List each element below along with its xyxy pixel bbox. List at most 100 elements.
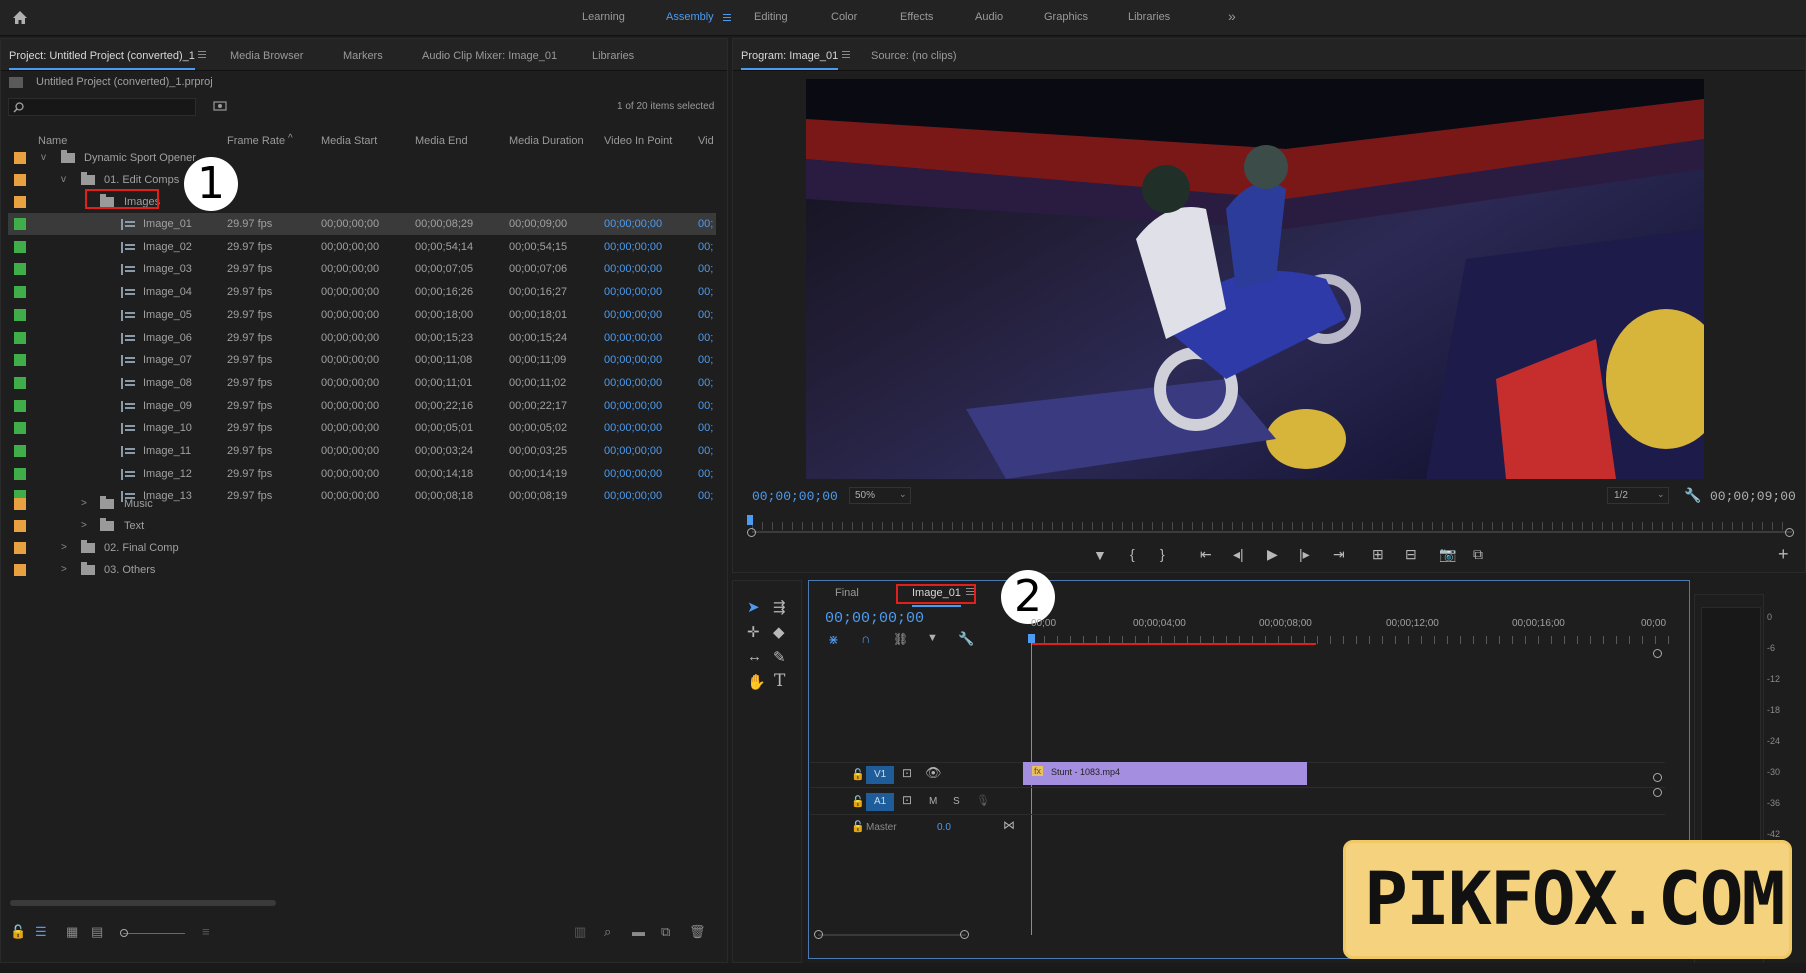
zoom-slider-handle[interactable]: [120, 929, 128, 937]
add-marker-icon[interactable]: ▼: [1093, 547, 1107, 563]
vscroll-handle-low[interactable]: [1653, 788, 1662, 797]
timeline-hscroll[interactable]: [818, 934, 966, 936]
ripple-edit-tool-icon[interactable]: ✛: [747, 623, 760, 641]
go-to-end-icon[interactable]: ⋈: [1003, 818, 1015, 832]
project-panel-menu-icon[interactable]: [198, 51, 206, 58]
step-back-icon[interactable]: ◂|: [1233, 546, 1244, 563]
sequence-row[interactable]: Image_02 29.97 fps 00;00;00;00 00;00;54;14 0…: [8, 236, 716, 258]
automate-to-sequence-icon[interactable]: ▥: [574, 924, 586, 940]
sequence-row[interactable]: Image_04 29.97 fps 00;00;00;00 00;00;16;26 0…: [8, 281, 716, 303]
tab-source[interactable]: Source: (no clips): [871, 50, 957, 62]
workspace-assembly[interactable]: Assembly: [666, 11, 714, 23]
col-name[interactable]: Name: [38, 135, 67, 147]
freeform-view-icon[interactable]: ▤: [91, 924, 103, 940]
zoom-level-select[interactable]: 50% ⌄: [849, 487, 911, 504]
selection-tool-icon[interactable]: ➤: [747, 598, 760, 616]
program-current-time[interactable]: 00;00;00;00: [752, 489, 838, 504]
toggle-output-eye-icon[interactable]: 👁: [925, 765, 942, 781]
razor-tool-icon[interactable]: ◆: [773, 623, 785, 641]
folder-row-root[interactable]: v Dynamic Sport Opener: [8, 147, 716, 169]
tab-markers[interactable]: Markers: [343, 50, 383, 62]
sequence-row[interactable]: Image_05 29.97 fps 00;00;00;00 00;00;18;00 0…: [8, 304, 716, 326]
comparison-view-icon[interactable]: ⧉: [1473, 546, 1483, 563]
lock-icon[interactable]: 🔓: [10, 924, 26, 940]
hscroll-start-handle[interactable]: [814, 930, 823, 939]
mute-track-button[interactable]: M: [929, 796, 937, 807]
work-area-bar[interactable]: [1031, 643, 1316, 645]
sort-ascending-icon[interactable]: ^: [288, 133, 293, 144]
snap-icon[interactable]: ∩: [861, 631, 870, 646]
sequence-row[interactable]: Image_06 29.97 fps 00;00;00;00 00;00;15;23 0…: [8, 327, 716, 349]
hscroll-end-handle[interactable]: [960, 930, 969, 939]
col-media-duration[interactable]: Media Duration: [509, 135, 584, 147]
new-search-bin-icon[interactable]: [213, 100, 227, 111]
folder-row-text[interactable]: > Text: [8, 515, 716, 537]
button-editor-plus-icon[interactable]: +: [1778, 544, 1789, 565]
col-media-start[interactable]: Media Start: [321, 135, 377, 147]
track-select-tool-icon[interactable]: ⇶: [773, 598, 786, 616]
solo-track-button[interactable]: S: [953, 796, 960, 807]
sequence-row[interactable]: Image_09 29.97 fps 00;00;00;00 00;00;22;16 0…: [8, 395, 716, 417]
folder-row-final-comp[interactable]: > 02. Final Comp: [8, 537, 716, 559]
new-bin-icon[interactable]: ▬: [632, 924, 645, 939]
home-icon[interactable]: [12, 10, 28, 25]
expand-chevron-icon[interactable]: >: [61, 542, 67, 553]
add-marker-icon[interactable]: ▼: [927, 632, 938, 644]
program-menu-icon[interactable]: [842, 51, 850, 58]
expand-chevron-icon[interactable]: >: [81, 520, 87, 531]
master-volume-value[interactable]: 0.0: [937, 822, 951, 833]
more-workspaces-icon[interactable]: »: [1228, 8, 1236, 24]
sequence-row[interactable]: Image_03 29.97 fps 00;00;00;00 00;00;07;05 0…: [8, 258, 716, 280]
monitor-playhead[interactable]: [747, 515, 753, 525]
mark-in-icon[interactable]: {: [1130, 546, 1135, 562]
expand-chevron-icon[interactable]: >: [61, 564, 67, 575]
expand-chevron-icon[interactable]: >: [81, 498, 87, 509]
resolution-select[interactable]: 1/2 ⌄: [1607, 487, 1669, 504]
project-search-input[interactable]: [8, 98, 196, 116]
workspace-libraries[interactable]: Libraries: [1128, 11, 1170, 23]
vscroll-handle-top[interactable]: [1653, 649, 1662, 658]
find-icon[interactable]: ⌕: [604, 924, 611, 940]
lift-icon[interactable]: ⊞: [1372, 546, 1384, 563]
toggle-sync-lock-icon[interactable]: ⊡: [902, 766, 912, 780]
workspace-editing[interactable]: Editing: [754, 11, 788, 23]
hand-tool-icon[interactable]: ✋: [747, 673, 766, 691]
timeline-current-time[interactable]: 00;00;00;00: [825, 610, 924, 627]
tab-media-browser[interactable]: Media Browser: [230, 50, 303, 62]
tab-project[interactable]: Project: Untitled Project (converted)_1: [9, 50, 195, 70]
workspace-graphics[interactable]: Graphics: [1044, 11, 1088, 23]
play-icon[interactable]: ▶: [1267, 546, 1278, 563]
tab-audio-clip-mixer[interactable]: Audio Clip Mixer: Image_01: [422, 50, 557, 62]
toggle-sync-lock-icon[interactable]: ⊡: [902, 793, 912, 807]
list-view-icon[interactable]: ☰: [35, 924, 47, 940]
pen-tool-icon[interactable]: ✎: [773, 648, 786, 666]
workspace-color[interactable]: Color: [831, 11, 857, 23]
collapse-chevron-icon[interactable]: v: [41, 152, 46, 163]
project-hscrollbar[interactable]: [10, 900, 276, 906]
track-a1-target[interactable]: A1: [866, 793, 894, 811]
workspace-effects[interactable]: Effects: [900, 11, 933, 23]
zoom-slider[interactable]: [123, 933, 185, 934]
monitor-scrubber[interactable]: [752, 531, 1792, 533]
sequence-row[interactable]: Image_08 29.97 fps 00;00;00;00 00;00;11;01 0…: [8, 372, 716, 394]
new-item-icon[interactable]: ⧉: [661, 924, 670, 940]
slip-tool-icon[interactable]: ↔: [747, 648, 762, 665]
workspace-menu-icon[interactable]: [723, 14, 731, 21]
collapse-chevron-icon[interactable]: v: [61, 174, 66, 185]
type-tool-icon[interactable]: T: [774, 671, 785, 691]
sequence-row[interactable]: Image_12 29.97 fps 00;00;00;00 00;00;14;18 0…: [8, 463, 716, 485]
go-to-out-icon[interactable]: ⇥: [1333, 546, 1345, 563]
col-video-in-point[interactable]: Video In Point: [604, 135, 672, 147]
tab-libraries[interactable]: Libraries: [592, 50, 634, 62]
scrubber-end-handle[interactable]: [1785, 528, 1794, 537]
workspace-audio[interactable]: Audio: [975, 11, 1003, 23]
workspace-learning[interactable]: Learning: [582, 11, 625, 23]
sort-icons-icon[interactable]: ≡: [202, 924, 210, 939]
track-lock-icon[interactable]: 🔓: [851, 795, 865, 808]
settings-wrench-icon[interactable]: 🔧: [1684, 487, 1701, 504]
icon-view-icon[interactable]: ▦: [66, 924, 78, 940]
linked-selection-icon[interactable]: ⛓: [893, 632, 908, 646]
extract-icon[interactable]: ⊟: [1405, 546, 1417, 563]
go-to-in-icon[interactable]: ⇤: [1200, 546, 1212, 563]
folder-row-others[interactable]: > 03. Others: [8, 559, 716, 581]
